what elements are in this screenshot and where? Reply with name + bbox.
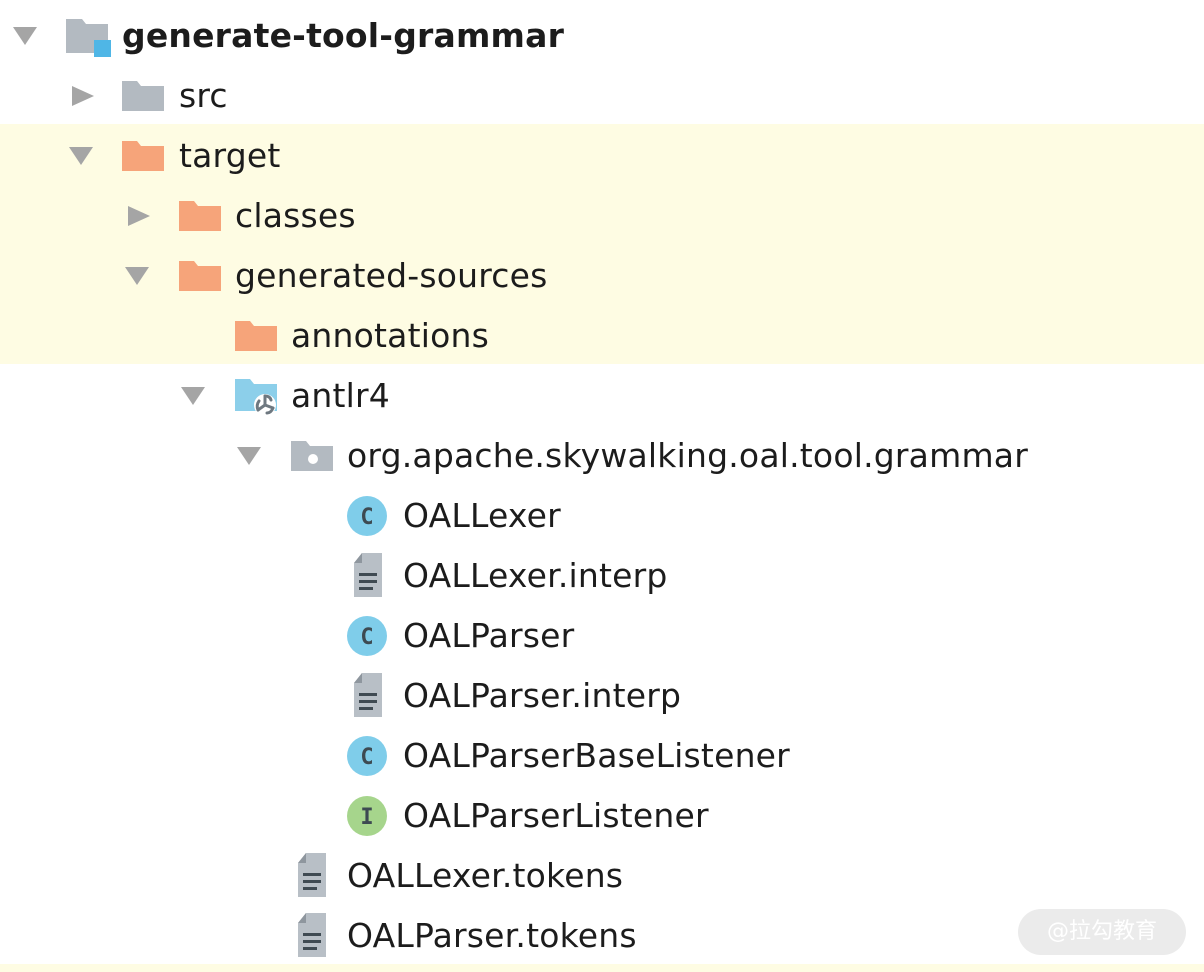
tree-item-label: antlr4	[291, 376, 391, 415]
tree-item-label: annotations	[291, 316, 490, 355]
expand-arrow-icon[interactable]	[180, 385, 206, 407]
tree-item-label: target	[179, 136, 281, 175]
tree-item-label: OALParser	[403, 616, 575, 655]
text-file-icon	[298, 913, 326, 957]
expand-arrow-icon[interactable]	[236, 445, 262, 467]
class-badge-letter: C	[360, 625, 373, 650]
collapse-arrow-icon[interactable]	[126, 205, 152, 227]
expand-arrow-icon[interactable]	[68, 145, 94, 167]
tree-item-label: org.apache.skywalking.oal.tool.grammar	[347, 436, 1028, 475]
tree-row-oalparser[interactable]: C OALParser	[0, 605, 1204, 665]
watermark: @拉勾教育	[1018, 909, 1186, 955]
text-file-icon	[354, 553, 382, 597]
class-icon: C	[347, 736, 387, 776]
expand-arrow-icon[interactable]	[12, 25, 38, 47]
tree-item-label: OALLexer	[403, 496, 561, 535]
expand-arrow-icon[interactable]	[124, 265, 150, 287]
excluded-folder-icon	[179, 201, 221, 231]
tree-row-antlr4[interactable]: antlr4	[0, 365, 1204, 425]
folder-icon	[122, 81, 164, 111]
package-icon	[291, 441, 333, 471]
tree-item-label: OALLexer.tokens	[347, 856, 624, 895]
tree-item-label: classes	[235, 196, 356, 235]
tree-row-classes[interactable]: classes	[0, 185, 1204, 245]
tree-row-oallexer[interactable]: C OALLexer	[0, 485, 1204, 545]
tree-item-label: src	[179, 76, 228, 115]
collapse-arrow-icon[interactable]	[70, 85, 96, 107]
module-folder-icon	[66, 19, 111, 57]
tree-item-label: generate-tool-grammar	[122, 16, 565, 55]
tree-row-oalparserlistener[interactable]: I OALParserListener	[0, 785, 1204, 845]
tree-row-annotations[interactable]: annotations	[0, 305, 1204, 365]
tree-item-label: OALParserListener	[403, 796, 709, 835]
interface-icon: I	[347, 796, 387, 836]
text-file-icon	[354, 673, 382, 717]
tree-row-package[interactable]: org.apache.skywalking.oal.tool.grammar	[0, 425, 1204, 485]
class-icon: C	[347, 496, 387, 536]
class-badge-letter: C	[360, 745, 373, 770]
tree-item-label: generated-sources	[235, 256, 548, 295]
tree-row-generated-sources[interactable]: generated-sources	[0, 245, 1204, 305]
excluded-folder-icon	[235, 321, 277, 351]
tree-row-oallexer-tokens[interactable]: OALLexer.tokens	[0, 845, 1204, 905]
tree-row-oalparserbaselistener[interactable]: C OALParserBaseListener	[0, 725, 1204, 785]
tree-row-target[interactable]: target	[0, 125, 1204, 185]
tree-row-oalparser-interp[interactable]: OALParser.interp	[0, 665, 1204, 725]
tree-row-generate-tool-grammar[interactable]: generate-tool-grammar	[0, 5, 1204, 65]
class-icon: C	[347, 616, 387, 656]
generated-source-folder-icon	[235, 379, 277, 416]
class-badge-letter: C	[360, 505, 373, 530]
tree-item-label: OALParserBaseListener	[403, 736, 790, 775]
highlight-band-bottom	[0, 964, 1204, 972]
tree-row-oallexer-interp[interactable]: OALLexer.interp	[0, 545, 1204, 605]
tree-item-label: OALParser.interp	[403, 676, 682, 715]
tree-item-label: OALLexer.interp	[403, 556, 668, 595]
excluded-folder-icon	[179, 261, 221, 291]
text-file-icon	[298, 853, 326, 897]
tree-item-label: OALParser.tokens	[347, 916, 637, 955]
excluded-folder-icon	[122, 141, 164, 171]
interface-badge-letter: I	[360, 805, 373, 830]
tree-row-src[interactable]: src	[0, 65, 1204, 125]
